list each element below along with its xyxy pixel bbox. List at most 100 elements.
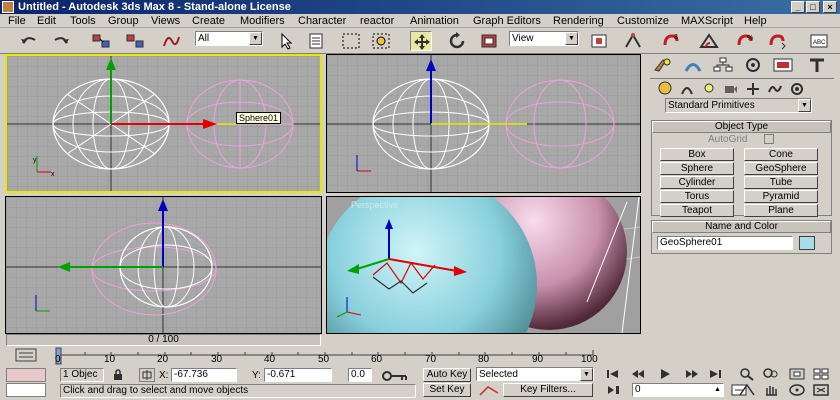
select-and-rotate-icon[interactable] [446,31,468,51]
next-frame-icon[interactable] [682,367,700,381]
select-object-icon[interactable] [275,31,297,51]
menu-animation[interactable]: Animation [410,15,459,27]
pyramid-button[interactable]: Pyramid [744,190,818,203]
menu-graph-editors[interactable]: Graph Editors [473,15,541,27]
z-coordinate-field[interactable]: 0.0 [348,368,372,382]
viewport-left[interactable] [5,196,322,334]
key-filters-button[interactable]: Key Filters... [503,383,593,397]
zoom-all-icon[interactable] [762,367,780,381]
lights-icon[interactable] [702,82,716,96]
systems-icon[interactable] [790,82,804,96]
motion-tab-icon[interactable] [740,56,766,74]
viewport-front[interactable] [326,54,641,193]
menu-reactor[interactable]: reactor [360,15,394,27]
key-mode-dropdown[interactable]: Selected ▼ [476,367,594,381]
hierarchy-tab-icon[interactable] [710,56,736,74]
sphere-button[interactable]: Sphere [660,162,734,175]
track-bar[interactable]: 0 10 20 30 40 50 60 70 80 90 100 [48,347,604,367]
close-button[interactable]: × [823,1,837,13]
set-key-button[interactable]: Set Key [423,383,471,397]
helpers-icon[interactable] [746,82,760,96]
go-to-start-icon[interactable] [604,367,622,381]
menu-file[interactable]: File [8,15,26,27]
time-slider[interactable]: 0 / 100 [6,334,321,346]
default-in-out-tangent-icon[interactable] [478,383,500,397]
geosphere-button[interactable]: GeoSphere [744,162,818,175]
pan-hand-icon[interactable] [762,383,780,397]
cameras-icon[interactable] [724,82,738,96]
x-coordinate-field[interactable]: -67.736 [171,368,237,382]
zoom-extents-all-icon[interactable] [812,367,830,381]
redo-icon[interactable] [50,31,72,51]
frame-spinner-icon[interactable]: ▲ [714,385,724,395]
menu-customize[interactable]: Customize [617,15,669,27]
reference-coordinate-dropdown[interactable]: View ▼ [509,31,579,46]
viewport-label[interactable]: Perspective [351,200,398,210]
object-type-header[interactable]: Object Type [652,121,831,133]
viewport-perspective[interactable]: Perspective [326,196,641,334]
select-and-move-icon[interactable] [410,31,432,51]
edit-named-selections-icon[interactable]: ABC [808,31,830,51]
zoom-extents-icon[interactable] [788,367,806,381]
viewport-top[interactable]: y x Sphere01 [5,54,322,193]
primitive-category-dropdown[interactable]: Standard Primitives ▼ [665,98,812,113]
menu-edit[interactable]: Edit [37,15,56,27]
menu-help[interactable]: Help [744,15,767,27]
maximize-viewport-icon[interactable] [812,383,830,397]
autogrid-checkbox[interactable] [764,134,774,144]
pivot-point-center-icon[interactable] [588,31,610,51]
selection-filter-dropdown[interactable]: All ▼ [195,31,263,46]
maxscript-listener-white[interactable] [6,383,46,397]
menu-tools[interactable]: Tools [70,15,96,27]
unlink-selection-icon[interactable] [124,31,146,51]
menu-group[interactable]: Group [108,15,139,27]
create-tab-icon[interactable] [650,56,676,74]
spinner-snap-toggle-icon[interactable] [766,31,788,51]
space-warps-icon[interactable] [768,82,782,96]
key-icon[interactable] [382,370,410,382]
lock-icon[interactable] [112,369,124,381]
menu-create[interactable]: Create [192,15,225,27]
cone-button[interactable]: Cone [744,148,818,161]
percent-snap-toggle-icon[interactable]: % [734,31,756,51]
rectangular-selection-icon[interactable] [340,31,362,51]
plane-button[interactable]: Plane [744,204,818,217]
select-and-link-icon[interactable] [90,31,112,51]
box-button[interactable]: Box [660,148,734,161]
mini-curve-editor-icon[interactable] [14,347,38,363]
cylinder-button[interactable]: Cylinder [660,176,734,189]
auto-key-button[interactable]: Auto Key [423,368,471,382]
geometry-icon[interactable] [658,81,672,95]
object-color-swatch[interactable] [799,236,815,250]
select-and-scale-icon[interactable] [478,31,500,51]
zoom-icon[interactable] [738,367,756,381]
menu-character[interactable]: Character [298,15,346,27]
maxscript-listener-pink[interactable] [6,368,46,382]
torus-button[interactable]: Torus [660,190,734,203]
select-by-name-icon[interactable] [306,31,328,51]
angle-snap-toggle-icon[interactable] [698,31,720,51]
go-to-end-icon[interactable] [706,367,724,381]
menu-rendering[interactable]: Rendering [553,15,604,27]
current-frame-field[interactable]: 0 [632,383,724,397]
bind-to-space-warp-icon[interactable] [160,31,182,51]
name-and-color-header[interactable]: Name and Color [652,221,831,233]
maximize-button[interactable]: □ [806,1,820,13]
absolute-mode-icon[interactable] [139,368,155,382]
y-coordinate-field[interactable]: -0.671 [264,368,332,382]
field-of-view-icon[interactable] [738,383,756,397]
previous-frame-icon[interactable] [630,367,648,381]
select-and-manipulate-icon[interactable] [622,31,644,51]
menu-maxscript[interactable]: MAXScript [681,15,733,27]
play-icon[interactable] [656,367,674,381]
key-mode-toggle-icon[interactable] [604,383,626,397]
teapot-button[interactable]: Teapot [660,204,734,217]
undo-icon[interactable] [18,31,40,51]
minimize-button[interactable]: _ [791,1,805,13]
window-crossing-icon[interactable] [370,31,392,51]
snaps-toggle-icon[interactable]: 3 [660,31,682,51]
display-tab-icon[interactable] [770,56,796,74]
shapes-icon[interactable] [680,82,694,96]
menu-modifiers[interactable]: Modifiers [240,15,285,27]
object-name-field[interactable]: GeoSphere01 [657,236,793,250]
